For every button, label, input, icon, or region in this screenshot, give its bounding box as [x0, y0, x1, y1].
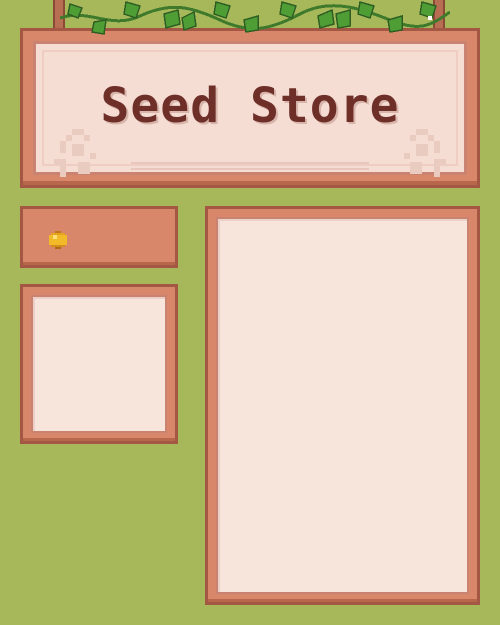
- sign-board: Seed Store: [33, 41, 467, 177]
- gold-coin-icon: [49, 231, 67, 249]
- flower-ornament-icon: [404, 129, 446, 177]
- shop-title: Seed Store: [100, 78, 400, 134]
- money-panel: [20, 206, 178, 268]
- flower-ornament-icon: [54, 129, 96, 177]
- item-preview-area: [31, 295, 167, 433]
- shop-items-panel: [205, 206, 480, 605]
- shop-items-list[interactable]: [216, 217, 469, 594]
- shop-sign: Seed Store: [20, 28, 480, 188]
- sign-underline: [131, 162, 369, 164]
- item-preview-panel: [20, 284, 178, 444]
